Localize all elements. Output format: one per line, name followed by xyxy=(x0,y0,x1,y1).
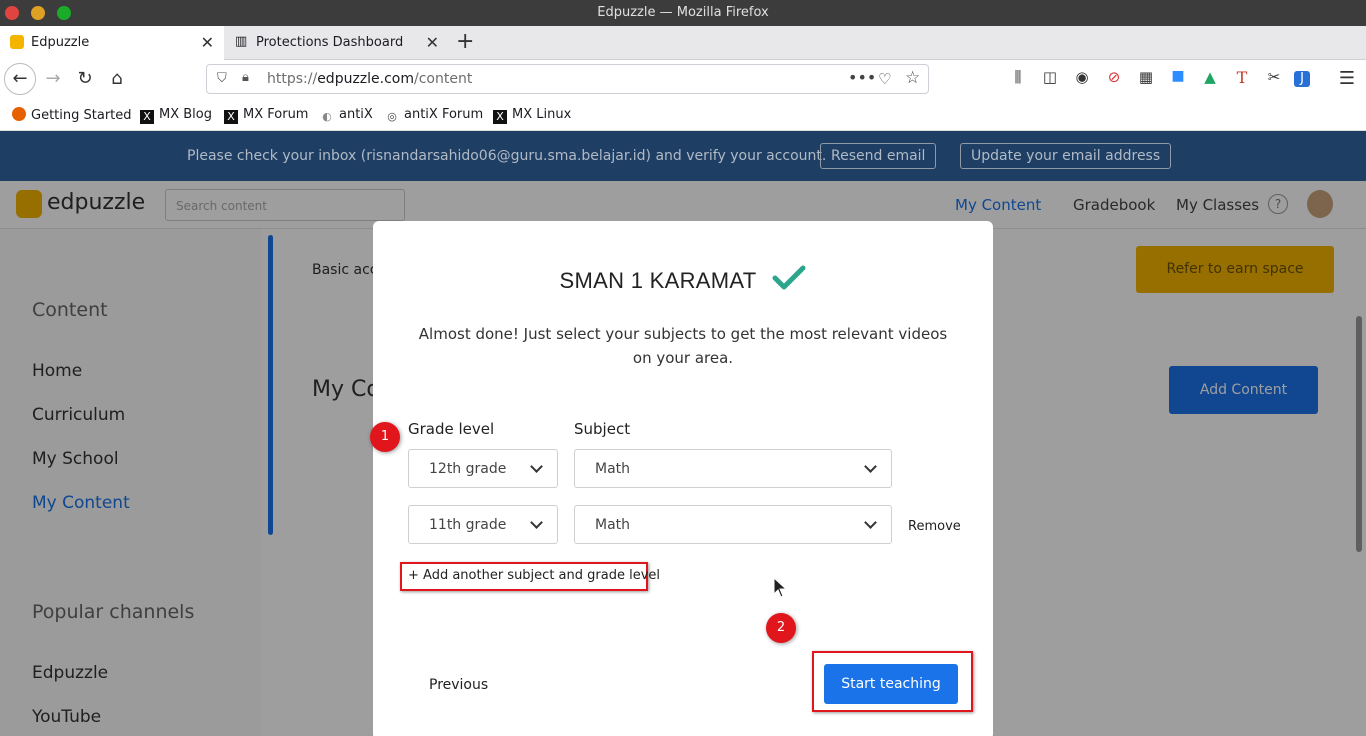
bookmarks-toolbar: Getting Started X MX Blog X MX Forum ◐ anti… xyxy=(0,98,1366,131)
modal-backdrop: SMAN 1 KARAMAT Almost done! Just select … xyxy=(0,181,1366,736)
navigation-toolbar: ← → ↻ ⌂ ⛉ 🔒︎ https://edpuzzle.com/conten… xyxy=(0,60,1366,98)
annotation-badge-1: 1 xyxy=(370,422,400,452)
annotation-badge-2: 2 xyxy=(766,613,796,643)
tool-extension-icon[interactable]: ✂ xyxy=(1262,68,1286,86)
add-subject-link[interactable]: + Add another subject and grade level xyxy=(408,568,660,583)
tab-label: Protections Dashboard xyxy=(256,35,404,50)
school-title: SMAN 1 KARAMAT xyxy=(373,265,993,294)
zoom-extension-icon[interactable]: ■ xyxy=(1166,68,1190,84)
checkmark-icon xyxy=(772,265,806,290)
blocker-extension-icon[interactable]: ⊘ xyxy=(1102,68,1126,86)
remove-row-button[interactable]: Remove xyxy=(908,519,961,534)
chevron-down-icon xyxy=(864,460,877,473)
subject-label: Subject xyxy=(574,420,631,438)
new-tab-icon[interactable]: + xyxy=(456,29,474,54)
close-tab-icon[interactable]: ✕ xyxy=(201,33,214,52)
grade-select-1[interactable]: 12th grade xyxy=(408,449,558,488)
mouse-cursor-icon xyxy=(773,577,787,598)
pocket-icon[interactable]: ♡ xyxy=(878,70,891,88)
tab-label: Edpuzzle xyxy=(31,35,90,50)
bookmark-antix-forum[interactable]: ◎ antiX Forum xyxy=(385,107,483,124)
reload-icon[interactable]: ↻ xyxy=(73,68,97,89)
grade-select-2[interactable]: 11th grade xyxy=(408,505,558,544)
subject-select-1[interactable]: Math xyxy=(574,449,892,488)
previous-button[interactable]: Previous xyxy=(429,677,488,693)
bookmark-getting-started[interactable]: Getting Started xyxy=(12,107,132,123)
shield-icon: ⛉ xyxy=(217,71,227,86)
bookmark-mx-linux[interactable]: X MX Linux xyxy=(493,107,571,124)
mx-icon: X xyxy=(140,110,154,124)
close-tab-icon[interactable]: ✕ xyxy=(426,33,439,52)
bookmark-antix[interactable]: ◐ antiX xyxy=(320,107,373,124)
bar-chart-icon: ▥ xyxy=(235,34,248,49)
globe-icon: ◎ xyxy=(387,110,397,123)
firefox-icon xyxy=(12,107,26,121)
modal-description: Almost done! Just select your subjects t… xyxy=(418,325,948,367)
update-email-button[interactable]: Update your email address xyxy=(960,143,1172,169)
lock-icon: 🔒︎ xyxy=(242,70,249,85)
edpuzzle-favicon-icon xyxy=(10,35,24,49)
verify-email-banner: Please check your inbox (risnandarsahido… xyxy=(0,131,1366,181)
menu-icon[interactable]: ☰ xyxy=(1335,68,1359,89)
address-bar[interactable]: ⛉ 🔒︎ https://edpuzzle.com/content ••• ♡ … xyxy=(206,64,929,94)
resend-email-button[interactable]: Resend email xyxy=(820,143,937,169)
bookmark-star-icon[interactable]: ☆ xyxy=(905,68,920,88)
tab-strip: Edpuzzle ✕ ▥ Protections Dashboard ✕ + xyxy=(0,26,1366,60)
library-icon[interactable]: ⫼ xyxy=(1006,68,1030,86)
window-titlebar: Edpuzzle — Mozilla Firefox xyxy=(0,0,1366,26)
page-content: Please check your inbox (risnandarsahido… xyxy=(0,131,1366,736)
chevron-down-icon xyxy=(864,516,877,529)
banner-message: Please check your inbox (risnandarsahido… xyxy=(187,148,827,164)
subject-select-2[interactable]: Math xyxy=(574,505,892,544)
page-actions-icon[interactable]: ••• xyxy=(848,68,876,87)
sidebar-icon[interactable]: ◫ xyxy=(1038,68,1062,86)
window-title: Edpuzzle — Mozilla Firefox xyxy=(597,5,769,20)
bookmark-mx-blog[interactable]: X MX Blog xyxy=(140,107,212,124)
translate-extension-icon[interactable]: J xyxy=(1294,71,1310,87)
apps-extension-icon[interactable]: ▦ xyxy=(1134,68,1158,86)
onboarding-modal: SMAN 1 KARAMAT Almost done! Just select … xyxy=(373,221,993,736)
tab-protections-dashboard[interactable]: ▥ Protections Dashboard ✕ xyxy=(225,26,449,60)
tab-edpuzzle[interactable]: Edpuzzle ✕ xyxy=(0,26,224,60)
grade-level-label: Grade level xyxy=(408,420,495,438)
bookmark-mx-forum[interactable]: X MX Forum xyxy=(224,107,308,124)
mx-icon: X xyxy=(224,110,238,124)
chevron-down-icon xyxy=(530,516,543,529)
home-icon[interactable]: ⌂ xyxy=(105,68,129,89)
account-icon[interactable]: ◉ xyxy=(1070,68,1094,86)
drive-extension-icon[interactable]: ▲ xyxy=(1198,68,1222,86)
forward-icon[interactable]: → xyxy=(41,68,65,89)
text-extension-icon[interactable]: T xyxy=(1230,68,1254,87)
chevron-down-icon xyxy=(530,460,543,473)
back-button[interactable]: ← xyxy=(4,63,36,95)
url-text: https://edpuzzle.com/content xyxy=(267,71,473,87)
mx-icon: X xyxy=(493,110,507,124)
antix-icon: ◐ xyxy=(322,110,332,123)
start-teaching-button[interactable]: Start teaching xyxy=(824,664,958,704)
